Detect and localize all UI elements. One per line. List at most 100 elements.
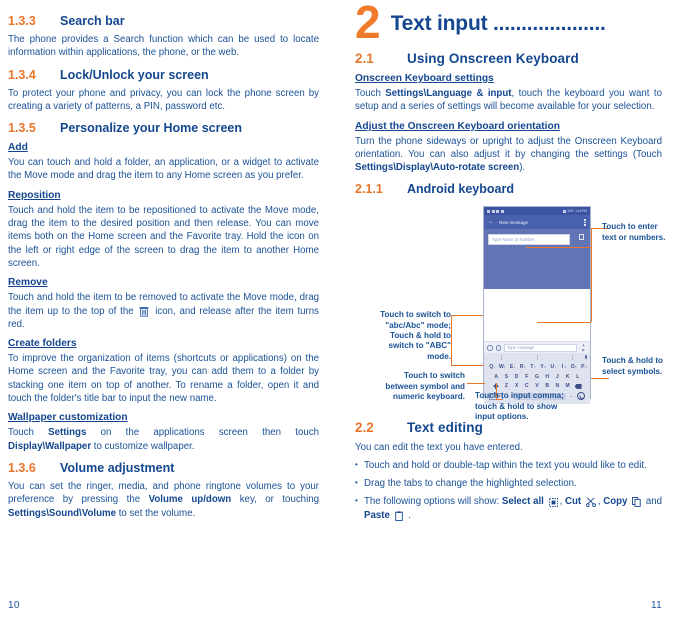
bullet-options: The following options will show: Select …	[355, 494, 662, 522]
option-label-copy: Copy	[603, 496, 628, 508]
section-title: Text editing	[407, 420, 483, 436]
section-heading-1-3-3: 1.3.3 Search bar	[8, 14, 319, 28]
options-tail: .	[405, 509, 411, 521]
key-x[interactable]: X	[512, 383, 521, 390]
paragraph-search-bar: The phone provides a Search function whi…	[8, 34, 319, 59]
status-battery: 34%	[567, 209, 574, 214]
key-t[interactable]: 5T	[527, 364, 536, 371]
phone-mockup: 34% 1:16 PM ← New message Type Name or N…	[483, 206, 591, 405]
phone-conversation-area	[484, 289, 590, 342]
section-number: 1.3.4	[8, 67, 36, 82]
android-keyboard-figure: 34% 1:16 PM ← New message Type Name or N…	[355, 201, 674, 421]
phone-app-bar: ← New message	[484, 215, 590, 230]
recipient-input[interactable]: Type Name or Number	[488, 234, 570, 246]
paragraph-text-editing-intro: You can edit the text you have entered.	[355, 442, 523, 454]
section-number: 1.3.6	[8, 460, 36, 475]
status-time: 1:16 PM	[575, 209, 587, 214]
select-all-icon	[548, 498, 558, 508]
page-number-left: 10	[8, 600, 20, 611]
key-m[interactable]: M	[563, 383, 572, 390]
key-p[interactable]: 0P	[578, 364, 587, 371]
key-b[interactable]: B	[542, 383, 551, 390]
section-number: 2.2	[355, 420, 374, 436]
paragraph-volume: You can set the ringer, media, and phone…	[8, 480, 319, 519]
chapter-number: 2	[355, 0, 381, 48]
key-z[interactable]: Z	[502, 383, 511, 390]
copy-icon	[632, 497, 641, 508]
emoji-icon[interactable]	[495, 345, 501, 351]
leader-line-case-h2	[451, 365, 484, 367]
bullet-drag-tabs: Drag the tabs to change the highlighted …	[355, 476, 662, 490]
attach-icon[interactable]	[487, 345, 493, 351]
backspace-key[interactable]	[573, 383, 583, 390]
options-conjunction: and	[643, 496, 662, 508]
key-h[interactable]: H	[542, 374, 551, 381]
key-l[interactable]: L	[573, 374, 582, 381]
key-o[interactable]: 9O	[568, 364, 577, 371]
leader-line-enter-text-h2	[537, 322, 591, 324]
bullet-touch-hold: Touch and hold or double-tap within the …	[355, 458, 662, 472]
options-lead-text: The following options will show:	[364, 496, 502, 508]
key-j[interactable]: J	[553, 374, 562, 381]
subheading-remove: Remove	[8, 277, 48, 289]
status-right-icons: 34% 1:16 PM	[562, 209, 587, 214]
callout-select-symbols: Touch & hold to select symbols.	[602, 356, 674, 377]
keyboard-row-2: A S D F G H J K L	[486, 374, 589, 381]
callout-enter-text-line1: Touch to enter text or numbers.	[602, 222, 666, 242]
key-d[interactable]: D	[512, 374, 521, 381]
key-u[interactable]: 7U	[548, 364, 557, 371]
backspace-icon	[574, 383, 582, 389]
key-f[interactable]: F	[522, 374, 531, 381]
section-title: Android keyboard	[407, 182, 514, 197]
section-title: Volume adjustment	[60, 460, 175, 475]
section-number: 2.1	[355, 51, 374, 66]
key-c[interactable]: C	[522, 383, 531, 390]
phone-composer: Type message ▲ ▶	[484, 341, 590, 354]
callout-switch-numeric: Touch to switch between symbol and numeric…	[363, 371, 465, 402]
scissors-icon	[585, 497, 596, 508]
key-q[interactable]: 1Q	[486, 364, 495, 371]
key-y[interactable]: 6Y	[537, 364, 546, 371]
option-label-paste: Paste	[364, 509, 390, 521]
contacts-icon[interactable]	[579, 234, 584, 241]
leader-line-case-h	[451, 315, 483, 317]
leader-line-enter-text-v	[591, 247, 592, 323]
send-button[interactable]: ▲ ▶	[580, 343, 587, 352]
paragraph-keyboard-orientation: Turn the phone sideways or upright to ad…	[355, 135, 662, 174]
key-e[interactable]: 3E	[507, 364, 516, 371]
key-k[interactable]: K	[563, 374, 572, 381]
message-input[interactable]: Type message	[504, 343, 577, 352]
callout-input-comma-text: Touch to input comma; touch & hold to sho…	[475, 391, 564, 422]
callout-switch-numeric-text: Touch to switch between symbol and numeric…	[385, 371, 465, 402]
paste-icon	[394, 511, 404, 521]
key-i[interactable]: 8I	[558, 364, 567, 371]
recipient-placeholder: Type Name or Number	[492, 237, 535, 243]
chapter-banner: 2 Text input ....................	[355, 0, 662, 45]
callout-enter-text: Touch to enter text or numbers.	[602, 222, 674, 243]
leader-line-enter-text-up	[591, 228, 592, 248]
subheading-create-folders: Create folders	[8, 338, 77, 350]
section-heading-1-3-4: 1.3.4 Lock/Unlock your screen	[8, 68, 319, 82]
paragraph-keyboard-settings: Touch Settings\Language & input, touch t…	[355, 88, 662, 113]
suggestion-strip	[484, 353, 590, 363]
section-title: Personalize your Home screen	[60, 121, 243, 136]
key-r[interactable]: 4R	[517, 364, 526, 371]
microphone-icon[interactable]	[584, 355, 587, 360]
section-heading-2-2: 2.2 Text editing	[355, 420, 662, 435]
section-number: 1.3.5	[8, 121, 36, 136]
key-n[interactable]: N	[553, 383, 562, 390]
page-number-right: 11	[651, 600, 662, 611]
key-a[interactable]: A	[492, 374, 501, 381]
back-arrow-icon[interactable]: ←	[488, 219, 494, 225]
key-v[interactable]: V	[532, 383, 541, 390]
key-s[interactable]: S	[502, 374, 511, 381]
paragraph-remove: Touch and hold the item to be removed to…	[8, 291, 319, 331]
subheading-reposition: Reposition	[8, 189, 61, 201]
leader-line-symbols-h	[591, 378, 609, 380]
key-w[interactable]: 2W	[497, 364, 506, 371]
section-number: 2.1.1	[355, 182, 383, 197]
key-g[interactable]: G	[532, 374, 541, 381]
message-placeholder: Type message	[507, 345, 535, 351]
keyboard-row-1: 1Q 2W 3E 4R 5T 6Y 7U 8I 9O 0P	[486, 364, 589, 371]
overflow-menu-icon[interactable]	[584, 219, 586, 226]
